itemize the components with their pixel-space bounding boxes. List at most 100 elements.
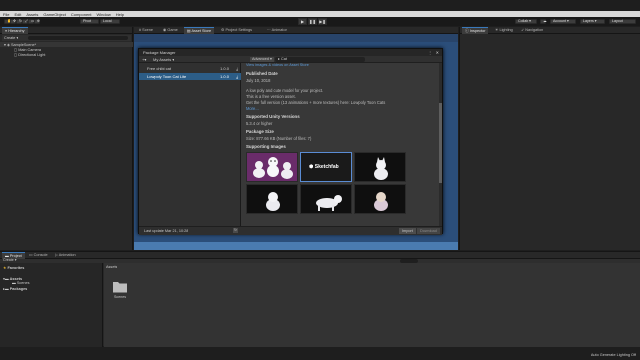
tab-navigation[interactable]: ➶ Navigation [518, 27, 546, 34]
menu-help[interactable]: Help [116, 12, 124, 17]
tab-label: Project Settings [225, 28, 253, 32]
main-toolbar: ✋ ✥ ↻ ⤢ ▭ ⊕ Pivot Local ▶ ❚❚ ▶❚ Collab ▾… [0, 17, 640, 26]
hierarchy-tab-label: Hierarchy [8, 29, 25, 33]
layers-dropdown[interactable]: Layers ▾ [580, 19, 605, 24]
menu-window[interactable]: Window [97, 12, 111, 17]
favorites-label: Favorites [7, 266, 25, 270]
tab-project-settings[interactable]: ⚙ Project Settings [218, 27, 255, 34]
refresh-icon[interactable]: ↻ [233, 228, 238, 233]
hierarchy-item-directional-light[interactable]: ◻ Directional Light [14, 52, 45, 57]
project-content: Assets Scenes [104, 263, 640, 347]
play-icon[interactable]: ▶ [298, 18, 307, 25]
package-search-input[interactable]: ▸ Cat [275, 57, 365, 62]
account-dropdown[interactable]: Account ▾ [550, 19, 576, 24]
package-detail: View images & videos on Asset Store Publ… [242, 63, 438, 226]
thumbnail-cats-group[interactable] [246, 152, 298, 182]
more-link[interactable]: More... [246, 106, 259, 111]
package-name: Lowpoly Toon Cat Lite [147, 74, 187, 79]
package-manager-window: Package Manager ⋮ ✕ +▾ My Assets ▾ Advan… [138, 48, 443, 235]
package-list-item[interactable]: Free chibi cat 1.0.0 ⤓ [139, 65, 241, 72]
tab-label: Inspector [469, 29, 486, 33]
menu-assets[interactable]: Assets [26, 12, 38, 17]
tab-animator[interactable]: ⋯ Animator [264, 27, 290, 34]
tab-asset-store[interactable]: ▤ Asset Store [184, 27, 215, 34]
view-images-link[interactable]: View images & videos on Asset Store [246, 63, 309, 67]
favorites-section[interactable]: ★ Favorites [3, 265, 24, 270]
asset-store-banner [134, 34, 458, 42]
pause-icon[interactable]: ❚❚ [308, 18, 317, 25]
layout-dropdown[interactable]: Layout [609, 19, 636, 24]
tab-label: Animator [271, 28, 287, 32]
tab-inspector[interactable]: ⓘ Inspector [462, 27, 489, 34]
menu-gameobject[interactable]: GameObject [43, 12, 65, 17]
thumbnail-cat-walking[interactable] [300, 184, 352, 214]
sketchfab-logo: ⬢ Sketchfab [309, 164, 339, 170]
tab-hierarchy[interactable]: ≡ Hierarchy [2, 27, 28, 34]
menu-file[interactable]: File [3, 12, 9, 17]
advanced-dropdown[interactable]: Advanced ▾ [250, 57, 274, 62]
hierarchy-header: ≡ Hierarchy [0, 27, 132, 34]
scenes-label: Scenes [16, 281, 30, 285]
my-assets-filter[interactable]: My Assets ▾ [153, 56, 174, 63]
supported-unity-heading: Supported Unity Versions [246, 114, 300, 119]
detail-scrollbar[interactable] [439, 63, 442, 226]
download-icon: ⤓ [236, 74, 238, 79]
cat-textured-image [374, 192, 388, 211]
package-list: Free chibi cat 1.0.0 ⤓ Lowpoly Toon Cat … [139, 63, 241, 226]
hierarchy-panel: ≡ Hierarchy Create ▾ ▾ ◈ SampleScene* ◻ … [0, 27, 133, 250]
thumbnail-sketchfab[interactable]: ⬢ Sketchfab [300, 152, 352, 182]
package-manager-titlebar[interactable]: Package Manager ⋮ ✕ [139, 49, 442, 56]
project-search-input[interactable] [400, 259, 418, 263]
hierarchy-search-input[interactable] [28, 36, 128, 40]
hierarchy-search-bar: Create ▾ [2, 35, 131, 41]
description-line-1: A low poly and cute model for your proje… [246, 88, 324, 93]
packages-section[interactable]: ▸▬ Packages [3, 286, 27, 291]
tab-label: Asset Store [191, 29, 212, 33]
package-size-heading: Package Size [246, 129, 274, 134]
scenes-folder[interactable] [112, 280, 128, 293]
supporting-images-heading: Supporting Images [246, 144, 286, 149]
pivot-toggle[interactable]: Pivot [80, 19, 99, 24]
tab-game[interactable]: ◉ Game [160, 27, 181, 34]
hierarchy-item-label: Directional Light [18, 53, 46, 57]
folder-label: Scenes [114, 295, 126, 299]
description-line-2: This is a free version asset. [246, 94, 296, 99]
scrollbar-thumb[interactable] [439, 103, 442, 183]
tab-label: Lighting [499, 28, 513, 32]
cloud-icon[interactable]: ☁ [540, 19, 547, 24]
asset-store-footer-strip [134, 242, 458, 250]
collab-dropdown[interactable]: Collab ▾ [515, 19, 537, 24]
tab-lighting[interactable]: ☀ Lighting [492, 27, 516, 34]
menu-edit[interactable]: Edit [14, 12, 21, 17]
last-update-text: Last update Mar 21, 10:28 [144, 229, 189, 233]
thumbnail-cat-sitting[interactable] [246, 184, 298, 214]
cat-group-image [253, 157, 293, 179]
status-bar: Auto Generate Lighting Off [0, 351, 640, 360]
thumbnail-cat-textured[interactable] [354, 184, 406, 214]
project-create-button[interactable]: Create ▾ [3, 258, 17, 262]
center-tab-bar: # Scene ◉ Game ▤ Asset Store ⚙ Project S… [134, 27, 458, 34]
package-list-item-selected[interactable]: Lowpoly Toon Cat Lite 1.0.0 ⤓ [139, 73, 241, 80]
cat-front-image [374, 157, 388, 180]
tab-label: Game [167, 28, 178, 32]
breadcrumb[interactable]: Assets [106, 265, 117, 269]
sidebar-item-scenes[interactable]: ▬ Scenes [12, 281, 30, 285]
folder-icon [113, 282, 127, 293]
tab-animation[interactable]: ▷ Animation [52, 252, 79, 259]
add-package-icon[interactable]: +▾ [142, 56, 146, 63]
tab-scene[interactable]: # Scene [136, 27, 156, 34]
thumbnail-cat-front[interactable] [354, 152, 406, 182]
tab-console[interactable]: ▭ Console [26, 252, 51, 259]
menu-dots-icon[interactable]: ⋮ [428, 49, 432, 56]
hierarchy-create-button[interactable]: Create ▾ [4, 35, 18, 41]
transform-tool-icon[interactable]: ⊕ [34, 19, 40, 24]
published-date-value: July 10, 2018 [246, 78, 271, 83]
close-icon[interactable]: ✕ [436, 49, 439, 56]
download-button[interactable]: Download [417, 228, 440, 234]
step-icon[interactable]: ▶❚ [318, 18, 327, 25]
status-text: Auto Generate Lighting Off [590, 353, 636, 357]
import-button[interactable]: Import [399, 228, 416, 234]
folder-icon: ▸▬ [3, 287, 10, 291]
menu-component[interactable]: Component [71, 12, 92, 17]
local-toggle[interactable]: Local [100, 19, 120, 24]
